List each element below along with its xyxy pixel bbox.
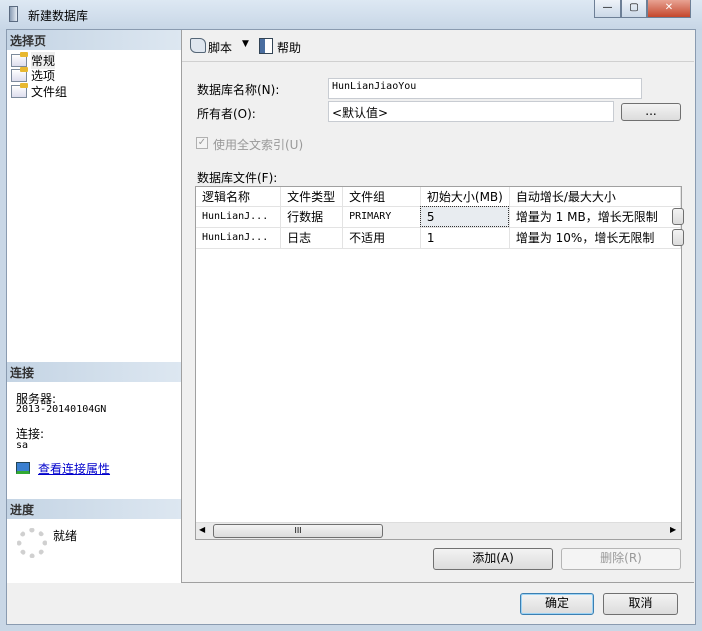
script-dropdown-icon[interactable]: ▼: [242, 39, 249, 49]
owner-browse-button[interactable]: ...: [621, 103, 681, 121]
cell-autogrowth[interactable]: 增量为 1 MB，增长无限制: [509, 206, 682, 228]
view-connection-properties-link[interactable]: 查看连接属性: [38, 460, 110, 477]
page-icon: [11, 82, 28, 98]
page-label: 文件组: [31, 84, 68, 99]
page-options[interactable]: 选项: [11, 66, 56, 83]
cell-initial-size[interactable]: 1: [420, 227, 510, 249]
page-label: 选项: [31, 68, 56, 83]
remove-button[interactable]: 删除(R): [561, 548, 681, 570]
fulltext-checkbox[interactable]: ✓: [196, 137, 208, 149]
horizontal-scrollbar[interactable]: ◀ III ▶: [196, 522, 681, 539]
col-header-file-type[interactable]: 文件类型: [280, 187, 344, 207]
database-icon: [9, 6, 18, 22]
connection-header: 连接: [7, 362, 181, 382]
fulltext-label: 使用全文索引(U): [213, 138, 304, 152]
col-header-filegroup[interactable]: 文件组: [342, 187, 421, 207]
db-name-label: 数据库名称(N):: [197, 83, 280, 97]
window-title: 新建数据库: [28, 9, 89, 23]
cell-filegroup[interactable]: 不适用: [342, 227, 421, 249]
cell-logical-name[interactable]: HunLianJ...: [196, 227, 282, 249]
grid-header-row: 逻辑名称 文件类型 文件组 初始大小(MB) 自动增长/最大大小: [196, 187, 682, 207]
cell-initial-size[interactable]: 5: [420, 206, 510, 228]
db-name-input[interactable]: HunLianJiaoYou: [328, 78, 642, 99]
col-header-logical-name[interactable]: 逻辑名称: [196, 187, 282, 207]
scroll-thumb[interactable]: III: [213, 524, 383, 538]
maximize-button[interactable]: ▢: [621, 0, 647, 18]
col-header-initial-size[interactable]: 初始大小(MB): [420, 187, 510, 207]
left-panel: 选择页 常规 选项 文件组 连接 服务器: 2013-20140104GN 连接…: [7, 30, 182, 583]
select-page-header: 选择页: [7, 30, 181, 50]
cell-filegroup[interactable]: PRIMARY: [342, 206, 421, 228]
cell-logical-name[interactable]: HunLianJ...: [196, 206, 282, 228]
cell-file-type[interactable]: 行数据: [280, 206, 344, 228]
scroll-right-icon[interactable]: ▶: [670, 525, 676, 534]
page-icon: [11, 51, 28, 67]
autogrowth-edit-button[interactable]: [672, 208, 684, 225]
progress-status: 就绪: [53, 529, 78, 543]
close-button[interactable]: ✕: [647, 0, 691, 18]
script-icon: [190, 38, 206, 53]
owner-label: 所有者(O):: [197, 107, 256, 121]
ok-button[interactable]: 确定: [520, 593, 594, 615]
table-row[interactable]: HunLianJ... 行数据 PRIMARY 5 增量为 1 MB，增长无限制: [196, 206, 682, 228]
spinner-icon: [17, 528, 47, 558]
progress-header: 进度: [7, 499, 181, 519]
cancel-button[interactable]: 取消: [603, 593, 678, 615]
cell-file-type[interactable]: 日志: [280, 227, 344, 249]
database-files-grid: 逻辑名称 文件类型 文件组 初始大小(MB) 自动增长/最大大小 HunLian…: [195, 186, 684, 540]
autogrowth-edit-button[interactable]: [672, 229, 684, 246]
minimize-button[interactable]: —: [594, 0, 621, 18]
connection-value: sa: [16, 440, 29, 451]
add-button[interactable]: 添加(A): [433, 548, 553, 570]
server-value: 2013-20140104GN: [16, 404, 107, 415]
owner-input[interactable]: <默认值>: [328, 101, 614, 122]
connection-properties-icon: [16, 462, 30, 474]
help-button[interactable]: 帮助: [277, 39, 301, 56]
table-row[interactable]: HunLianJ... 日志 不适用 1 增量为 10%，增长无限制: [196, 227, 682, 249]
col-header-autogrowth[interactable]: 自动增长/最大大小: [509, 187, 682, 207]
scroll-left-icon[interactable]: ◀: [199, 525, 205, 534]
page-filegroups[interactable]: 文件组: [11, 82, 68, 99]
page-icon: [11, 66, 28, 82]
cell-autogrowth[interactable]: 增量为 10%，增长无限制: [509, 227, 682, 249]
files-label: 数据库文件(F):: [197, 171, 278, 185]
help-icon: [259, 38, 273, 54]
script-button[interactable]: 脚本: [208, 39, 232, 56]
